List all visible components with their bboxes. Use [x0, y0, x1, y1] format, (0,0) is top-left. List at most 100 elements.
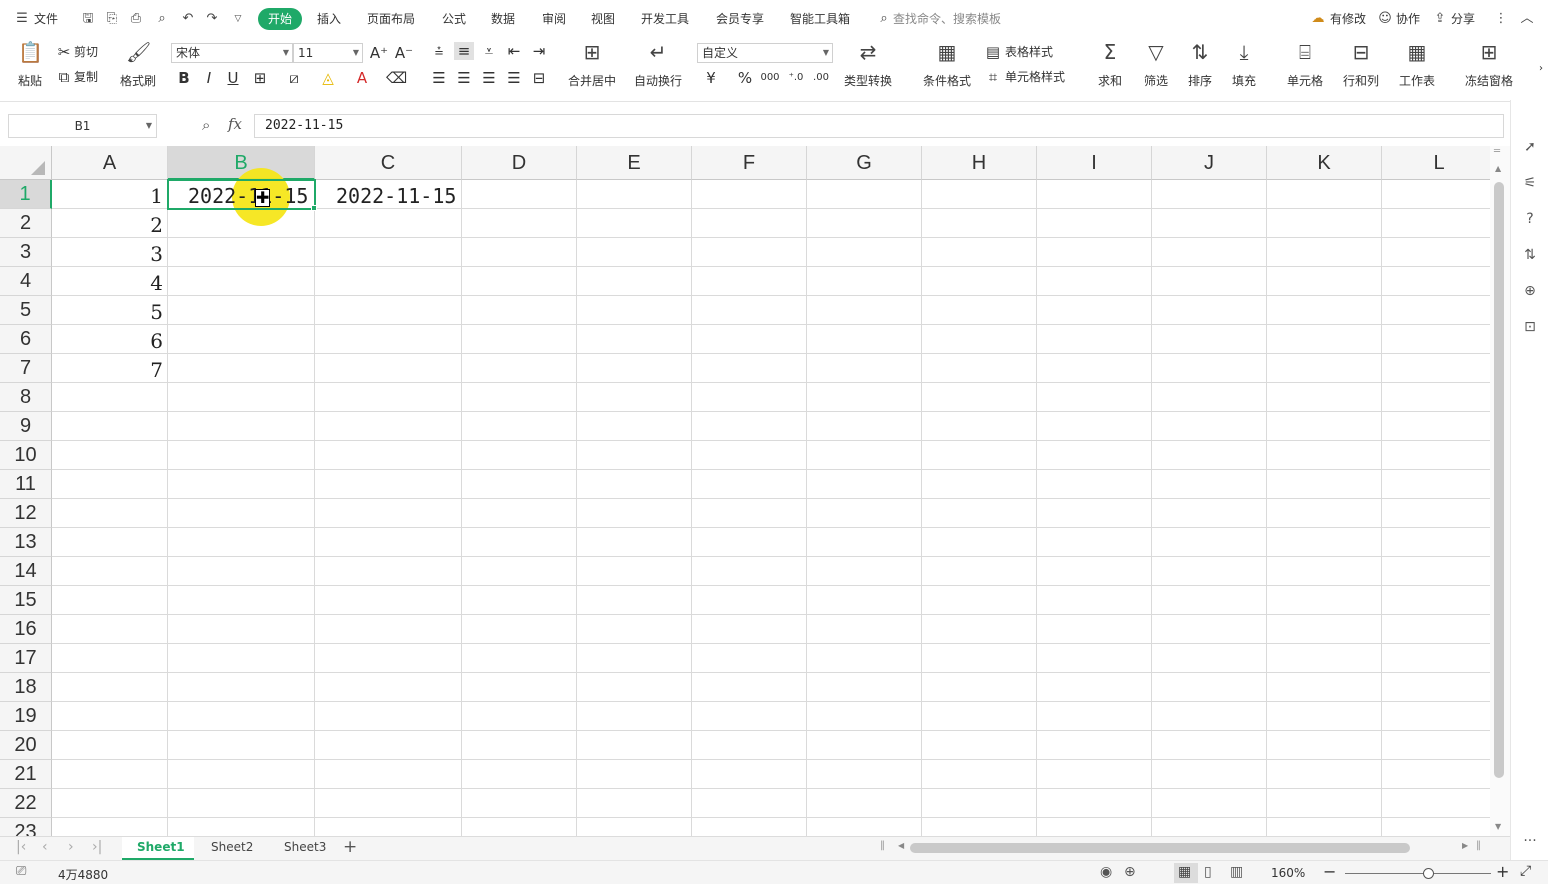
zoom-slider-track[interactable] [1345, 873, 1491, 874]
cell-a6[interactable]: 6 [52, 329, 163, 353]
column-header-c[interactable]: C [315, 146, 462, 180]
row-header-21[interactable]: 21 [0, 760, 52, 789]
row-header-11[interactable]: 11 [0, 470, 52, 499]
row-header-14[interactable]: 14 [0, 557, 52, 586]
tab-formulas[interactable]: 公式 [442, 10, 466, 27]
number-format-select[interactable]: 自定义 ▼ [697, 43, 833, 63]
cell-c1[interactable]: 2022-11-15 [336, 184, 456, 208]
row-col-button[interactable]: ⊟ 行和列 [1338, 40, 1384, 89]
currency-icon[interactable]: ¥ [702, 69, 720, 87]
split-handle-icon[interactable]: ═ [1494, 146, 1500, 157]
undo-icon[interactable]: ↶ [180, 11, 196, 27]
zoom-slider-thumb[interactable] [1423, 868, 1434, 879]
row-header-5[interactable]: 5 [0, 296, 52, 325]
more-icon[interactable]: ··· [1521, 832, 1539, 850]
print-preview-icon[interactable]: ⌕ [154, 11, 170, 27]
help-icon[interactable]: ? [1521, 210, 1539, 228]
zoom-level[interactable]: 160% [1271, 866, 1305, 880]
row-header-16[interactable]: 16 [0, 615, 52, 644]
thousands-icon[interactable]: 000 [760, 69, 780, 87]
paste-button[interactable]: 📋 粘贴 [10, 40, 50, 89]
location-icon[interactable]: ⊕ [1521, 282, 1539, 300]
cell-a5[interactable]: 5 [52, 300, 163, 324]
tab-developer[interactable]: 开发工具 [641, 10, 689, 27]
prev-sheet-icon[interactable]: ‹ [42, 839, 48, 855]
border-style-icon[interactable]: ⧄ [284, 69, 304, 87]
scroll-right-icon[interactable]: ▶ [1462, 841, 1468, 850]
row-header-9[interactable]: 9 [0, 412, 52, 441]
column-header-i[interactable]: I [1037, 146, 1152, 180]
row-header-23[interactable]: 23 [0, 818, 52, 836]
next-sheet-icon[interactable]: › [68, 839, 74, 855]
normal-view-icon[interactable]: ▦ [1178, 864, 1191, 880]
row-header-1[interactable]: 1 [0, 180, 52, 209]
split-handle-icon[interactable]: ‖ [1476, 840, 1481, 851]
ribbon-scroll-right-icon[interactable]: › [1536, 60, 1546, 78]
row-header-20[interactable]: 20 [0, 731, 52, 760]
tab-data[interactable]: 数据 [491, 10, 515, 27]
merge-center-button[interactable]: ⊞ 合并居中 [562, 40, 622, 89]
column-header-e[interactable]: E [577, 146, 692, 180]
filter-button[interactable]: ▽ 筛选 [1138, 40, 1174, 89]
quick-access-dropdown-icon[interactable]: ▽ [230, 11, 246, 27]
zoom-formula-icon[interactable]: ⌕ [202, 116, 210, 134]
distributed-icon[interactable]: ⊟ [530, 69, 548, 87]
row-header-19[interactable]: 19 [0, 702, 52, 731]
bold-icon[interactable]: B [175, 69, 193, 87]
vertical-scrollbar[interactable]: ═ ▲ ▼ [1490, 146, 1510, 836]
layout-center-icon[interactable]: ⊕ [1124, 864, 1136, 880]
italic-icon[interactable]: I [200, 69, 218, 87]
table-style-button[interactable]: 表格样式 [1005, 43, 1053, 61]
file-menu[interactable]: 文件 [34, 10, 58, 27]
align-middle-icon[interactable]: ≡ [454, 42, 474, 60]
column-header-a[interactable]: A [52, 146, 168, 180]
row-header-12[interactable]: 12 [0, 499, 52, 528]
font-name-select[interactable]: 宋体 ▼ [171, 43, 293, 63]
row-header-7[interactable]: 7 [0, 354, 52, 383]
formula-input[interactable]: 2022-11-15 [254, 114, 1504, 138]
row-header-22[interactable]: 22 [0, 789, 52, 818]
split-handle-icon[interactable]: ‖ [880, 840, 885, 851]
worksheet-button[interactable]: ▦ 工作表 [1394, 40, 1440, 89]
select-all-corner[interactable] [0, 146, 52, 180]
cell-a3[interactable]: 3 [52, 242, 163, 266]
collaborate-button[interactable]: 协作 [1396, 10, 1420, 27]
search-icon[interactable]: ⌕ [876, 11, 892, 27]
cell-a7[interactable]: 7 [52, 358, 163, 382]
column-header-h[interactable]: H [922, 146, 1037, 180]
decrease-decimal-icon[interactable]: .00 [811, 69, 831, 87]
more-options-icon[interactable]: ⋮ [1493, 11, 1509, 27]
tab-page-layout[interactable]: 页面布局 [367, 10, 415, 27]
adjust-settings-icon[interactable]: ⚟ [1521, 174, 1539, 192]
row-header-3[interactable]: 3 [0, 238, 52, 267]
font-size-select[interactable]: 11 ▼ [293, 43, 363, 63]
sheet-tab-sheet3[interactable]: Sheet3 [284, 840, 326, 854]
increase-font-icon[interactable]: A⁺ [369, 44, 389, 62]
align-center-icon[interactable]: ☰ [455, 69, 473, 87]
align-bottom-icon[interactable]: ⩡ [480, 42, 498, 60]
collapse-ribbon-icon[interactable]: ︿ [1519, 11, 1535, 27]
row-header-4[interactable]: 4 [0, 267, 52, 296]
fill-handle[interactable] [311, 205, 317, 211]
transfer-icon[interactable]: ⇅ [1521, 246, 1539, 264]
cell-button[interactable]: ⌸ 单元格 [1282, 40, 1328, 89]
increase-decimal-icon[interactable]: ⁺.0 [786, 69, 806, 87]
page-break-view-icon[interactable]: ▥ [1230, 864, 1243, 880]
tab-member[interactable]: 会员专享 [716, 10, 764, 27]
cell-b1[interactable]: 2022-11-15 [188, 184, 308, 208]
column-header-l[interactable]: L [1382, 146, 1490, 180]
sheet-tab-sheet1[interactable]: Sheet1 [137, 840, 185, 854]
decrease-indent-icon[interactable]: ⇤ [505, 42, 523, 60]
function-icon[interactable]: fx [228, 115, 242, 133]
column-header-g[interactable]: G [807, 146, 922, 180]
scroll-down-icon[interactable]: ▼ [1495, 822, 1501, 831]
macro-record-icon[interactable]: ⎚ [16, 864, 26, 879]
command-search[interactable]: 查找命令、搜索模板 [893, 10, 1001, 27]
add-sheet-icon[interactable]: + [343, 837, 357, 857]
fill-button[interactable]: ⤓ 填充 [1226, 40, 1262, 89]
row-header-8[interactable]: 8 [0, 383, 52, 412]
scroll-left-icon[interactable]: ◀ [898, 841, 904, 850]
column-header-d[interactable]: D [462, 146, 577, 180]
export-pdf-icon[interactable]: ⎘ [104, 11, 120, 27]
save-icon[interactable]: 🖫 [80, 11, 96, 27]
